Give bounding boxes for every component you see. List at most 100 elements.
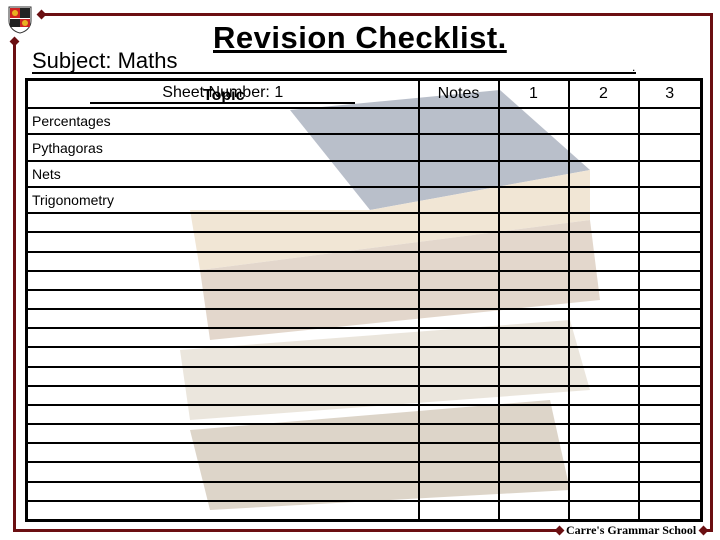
column-header-1: 1 [497, 78, 570, 110]
check-cell[interactable] [497, 107, 570, 136]
column-header-3: 3 [637, 78, 703, 110]
check-cell[interactable] [637, 442, 703, 464]
check-cell[interactable] [417, 346, 500, 368]
check-cell[interactable] [637, 159, 703, 188]
column-header-topic: Topic [203, 87, 245, 104]
check-cell[interactable] [497, 250, 570, 272]
topic-cell [25, 365, 420, 387]
check-cell[interactable] [497, 480, 570, 502]
check-cell[interactable] [637, 461, 703, 483]
check-cell[interactable] [497, 461, 570, 483]
check-cell[interactable] [417, 384, 500, 406]
table-row [25, 327, 703, 349]
check-cell[interactable] [567, 403, 640, 426]
check-cell[interactable] [567, 423, 640, 445]
check-cell[interactable] [637, 480, 703, 502]
check-cell[interactable] [417, 231, 500, 253]
check-cell[interactable] [497, 159, 570, 188]
check-cell[interactable] [567, 442, 640, 464]
check-cell[interactable] [497, 499, 570, 522]
check-cell[interactable] [497, 269, 570, 291]
check-cell[interactable] [497, 442, 570, 464]
check-cell[interactable] [417, 288, 500, 311]
check-cell[interactable] [567, 231, 640, 253]
check-cell[interactable] [637, 269, 703, 291]
check-cell[interactable] [417, 159, 500, 188]
school-crest-logo [8, 6, 32, 34]
check-cell[interactable] [497, 308, 570, 330]
check-cell[interactable] [497, 365, 570, 387]
check-cell[interactable] [497, 327, 570, 349]
check-cell[interactable] [497, 288, 570, 311]
check-cell[interactable] [417, 185, 500, 215]
check-cell[interactable] [637, 365, 703, 387]
check-cell[interactable] [637, 288, 703, 311]
check-cell[interactable] [417, 365, 500, 387]
frame-bottom-left [13, 529, 558, 532]
table-row [25, 499, 703, 522]
check-cell[interactable] [567, 288, 640, 311]
subject-underline [32, 72, 636, 74]
check-cell[interactable] [417, 133, 500, 162]
check-cell[interactable] [567, 365, 640, 387]
check-cell[interactable] [417, 423, 500, 445]
check-cell[interactable] [567, 346, 640, 368]
table-row [25, 250, 703, 272]
check-cell[interactable] [567, 107, 640, 136]
check-cell[interactable] [567, 480, 640, 502]
frame-diamond [9, 36, 20, 47]
check-cell[interactable] [497, 133, 570, 162]
header-row: Sheet Number: 1 Topic Notes 1 2 3 [25, 78, 703, 110]
check-cell[interactable] [497, 423, 570, 445]
check-cell[interactable] [637, 212, 703, 234]
check-cell[interactable] [567, 308, 640, 330]
topic-cell [25, 461, 420, 483]
table-row: Pythagoras [25, 133, 703, 162]
topic-cell [25, 269, 420, 291]
check-cell[interactable] [417, 308, 500, 330]
check-cell[interactable] [567, 159, 640, 188]
check-cell[interactable] [567, 250, 640, 272]
table-row [25, 346, 703, 368]
check-cell[interactable] [497, 185, 570, 215]
check-cell[interactable] [417, 269, 500, 291]
check-cell[interactable] [567, 269, 640, 291]
check-cell[interactable] [637, 107, 703, 136]
check-cell[interactable] [497, 384, 570, 406]
check-cell[interactable] [637, 384, 703, 406]
check-cell[interactable] [637, 327, 703, 349]
check-cell[interactable] [567, 384, 640, 406]
check-cell[interactable] [497, 403, 570, 426]
check-cell[interactable] [637, 185, 703, 215]
check-cell[interactable] [417, 107, 500, 136]
check-cell[interactable] [417, 327, 500, 349]
check-cell[interactable] [637, 231, 703, 253]
check-cell[interactable] [567, 212, 640, 234]
check-cell[interactable] [567, 499, 640, 522]
check-cell[interactable] [637, 346, 703, 368]
check-cell[interactable] [567, 185, 640, 215]
check-cell[interactable] [567, 461, 640, 483]
check-cell[interactable] [637, 499, 703, 522]
check-cell[interactable] [567, 133, 640, 162]
check-cell[interactable] [417, 212, 500, 234]
check-cell[interactable] [497, 346, 570, 368]
check-cell[interactable] [637, 250, 703, 272]
topic-cell [25, 327, 420, 349]
check-cell[interactable] [417, 499, 500, 522]
check-cell[interactable] [417, 442, 500, 464]
column-header-notes: Notes [417, 78, 500, 110]
check-cell[interactable] [417, 403, 500, 426]
check-cell[interactable] [637, 133, 703, 162]
check-cell[interactable] [637, 403, 703, 426]
topic-cell [25, 403, 420, 426]
check-cell[interactable] [417, 250, 500, 272]
check-cell[interactable] [637, 423, 703, 445]
check-cell[interactable] [497, 212, 570, 234]
check-cell[interactable] [417, 461, 500, 483]
check-cell[interactable] [567, 327, 640, 349]
check-cell[interactable] [417, 480, 500, 502]
table-row [25, 365, 703, 387]
check-cell[interactable] [637, 308, 703, 330]
check-cell[interactable] [497, 231, 570, 253]
